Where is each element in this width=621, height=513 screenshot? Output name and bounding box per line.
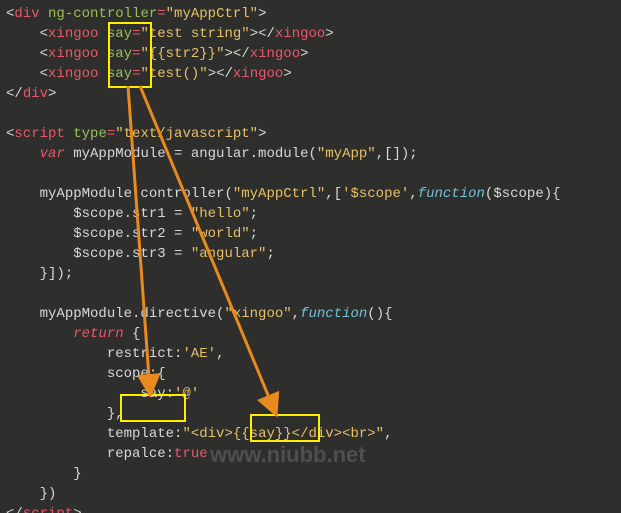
kw-return: return <box>73 326 123 342</box>
tag-xingoo: xingoo <box>48 26 98 42</box>
code-editor: <div ng-controller="myAppCtrl"> <xingoo … <box>0 0 621 513</box>
kw-var: var <box>40 146 65 162</box>
tag-script: script <box>14 126 64 142</box>
val-myAppCtrl: "myAppCtrl" <box>166 6 258 22</box>
attr-say: say <box>107 26 132 42</box>
kw-function: function <box>418 186 485 202</box>
attr-ng-controller: ng-controller <box>48 6 157 22</box>
binding-say: say: <box>140 386 174 402</box>
template-string: "<div>{{say}}</div><br>" <box>182 426 384 442</box>
code-block: <div ng-controller="myAppCtrl"> <xingoo … <box>0 0 561 513</box>
tag-div: div <box>14 6 39 22</box>
attr-say: say <box>107 46 132 62</box>
attr-say: say <box>107 66 132 82</box>
